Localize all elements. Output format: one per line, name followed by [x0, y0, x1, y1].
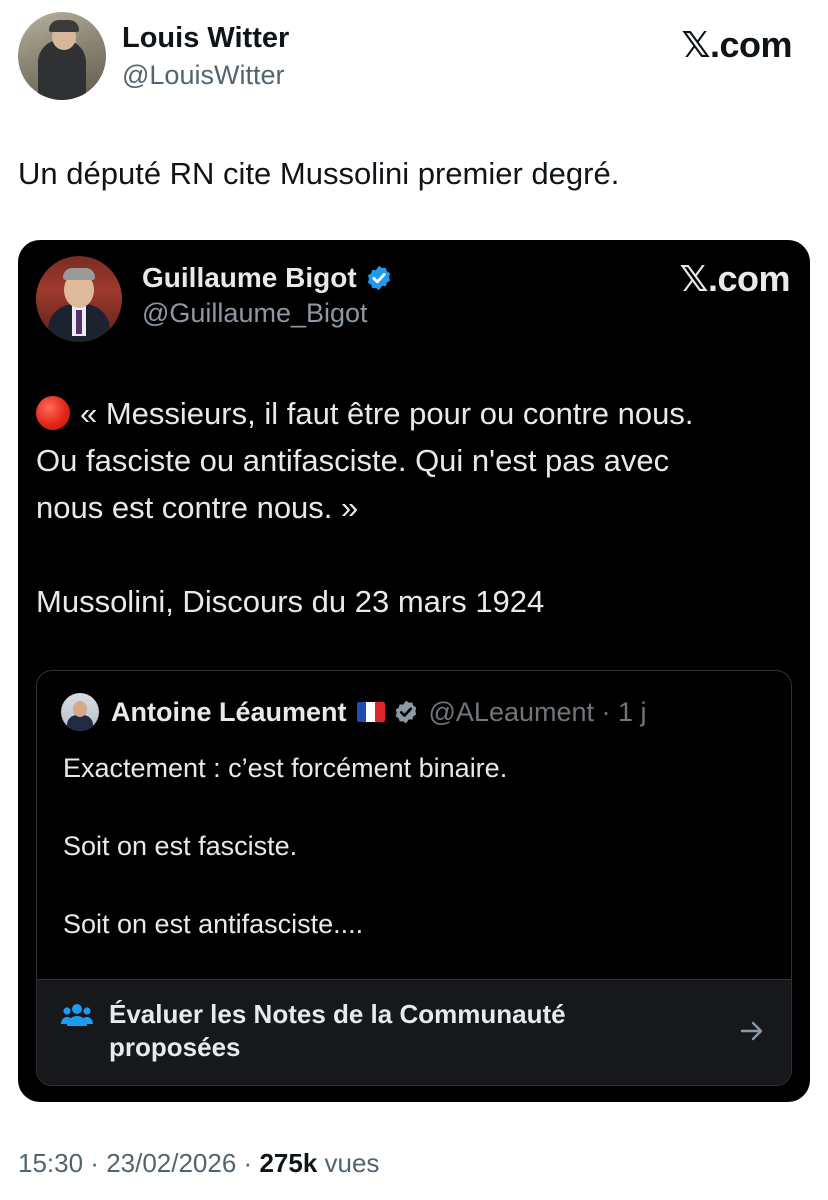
community-notes-label: Évaluer les Notes de la Communauté propo… [109, 999, 566, 1062]
embedded-author-avatar[interactable] [36, 256, 122, 342]
red-circle-icon [36, 396, 70, 430]
quoted-tweet-header: Antoine Léaument @ALeaument · 1 j [61, 693, 647, 731]
x-logo-dark: 𝕏.com [679, 258, 790, 299]
tweet-date[interactable]: 23/02/2026 [106, 1148, 236, 1178]
tweet-text: Un député RN cite Mussolini premier degr… [18, 156, 620, 191]
embedded-author-name-row: Guillaume Bigot [142, 262, 393, 294]
quoted-tweet-text: Exactement : c’est forcément binaire. So… [63, 753, 508, 939]
people-icon [61, 1004, 93, 1026]
tweet-meta: 15:30 · 23/02/2026 · 275k vues [18, 1148, 380, 1178]
author-avatar[interactable] [18, 12, 106, 100]
embedded-tweet-text: « Messieurs, il faut être pour ou contre… [36, 396, 694, 619]
embedded-author-name[interactable]: Guillaume Bigot [142, 262, 357, 294]
quoted-tweet-card[interactable]: Antoine Léaument @ALeaument · 1 j Exacte… [36, 670, 792, 1086]
embedded-tweet-card[interactable]: Guillaume Bigot @Guillaume_Bigot 𝕏.com «… [18, 240, 810, 1102]
verified-badge-icon [395, 700, 416, 724]
views-label: vues [317, 1148, 380, 1178]
community-notes-button[interactable]: Évaluer les Notes de la Communauté propo… [37, 979, 791, 1085]
france-flag-icon [356, 702, 385, 722]
embedded-author-handle[interactable]: @Guillaume_Bigot [142, 298, 368, 329]
author-handle[interactable]: @LouisWitter [122, 60, 284, 91]
tweet-time[interactable]: 15:30 [18, 1148, 83, 1178]
quoted-author-avatar[interactable] [61, 693, 99, 731]
x-logo: 𝕏.com [681, 24, 792, 65]
author-name[interactable]: Louis Witter [122, 22, 289, 55]
quoted-author-handle[interactable]: @ALeaument · 1 j [429, 697, 647, 728]
arrow-right-icon [740, 1021, 763, 1041]
views-count: 275k [259, 1148, 318, 1178]
quoted-author-name[interactable]: Antoine Léaument [111, 697, 347, 728]
outer-tweet-header: Louis Witter @LouisWitter 𝕏.com [18, 12, 810, 104]
verified-badge-icon [367, 265, 390, 291]
